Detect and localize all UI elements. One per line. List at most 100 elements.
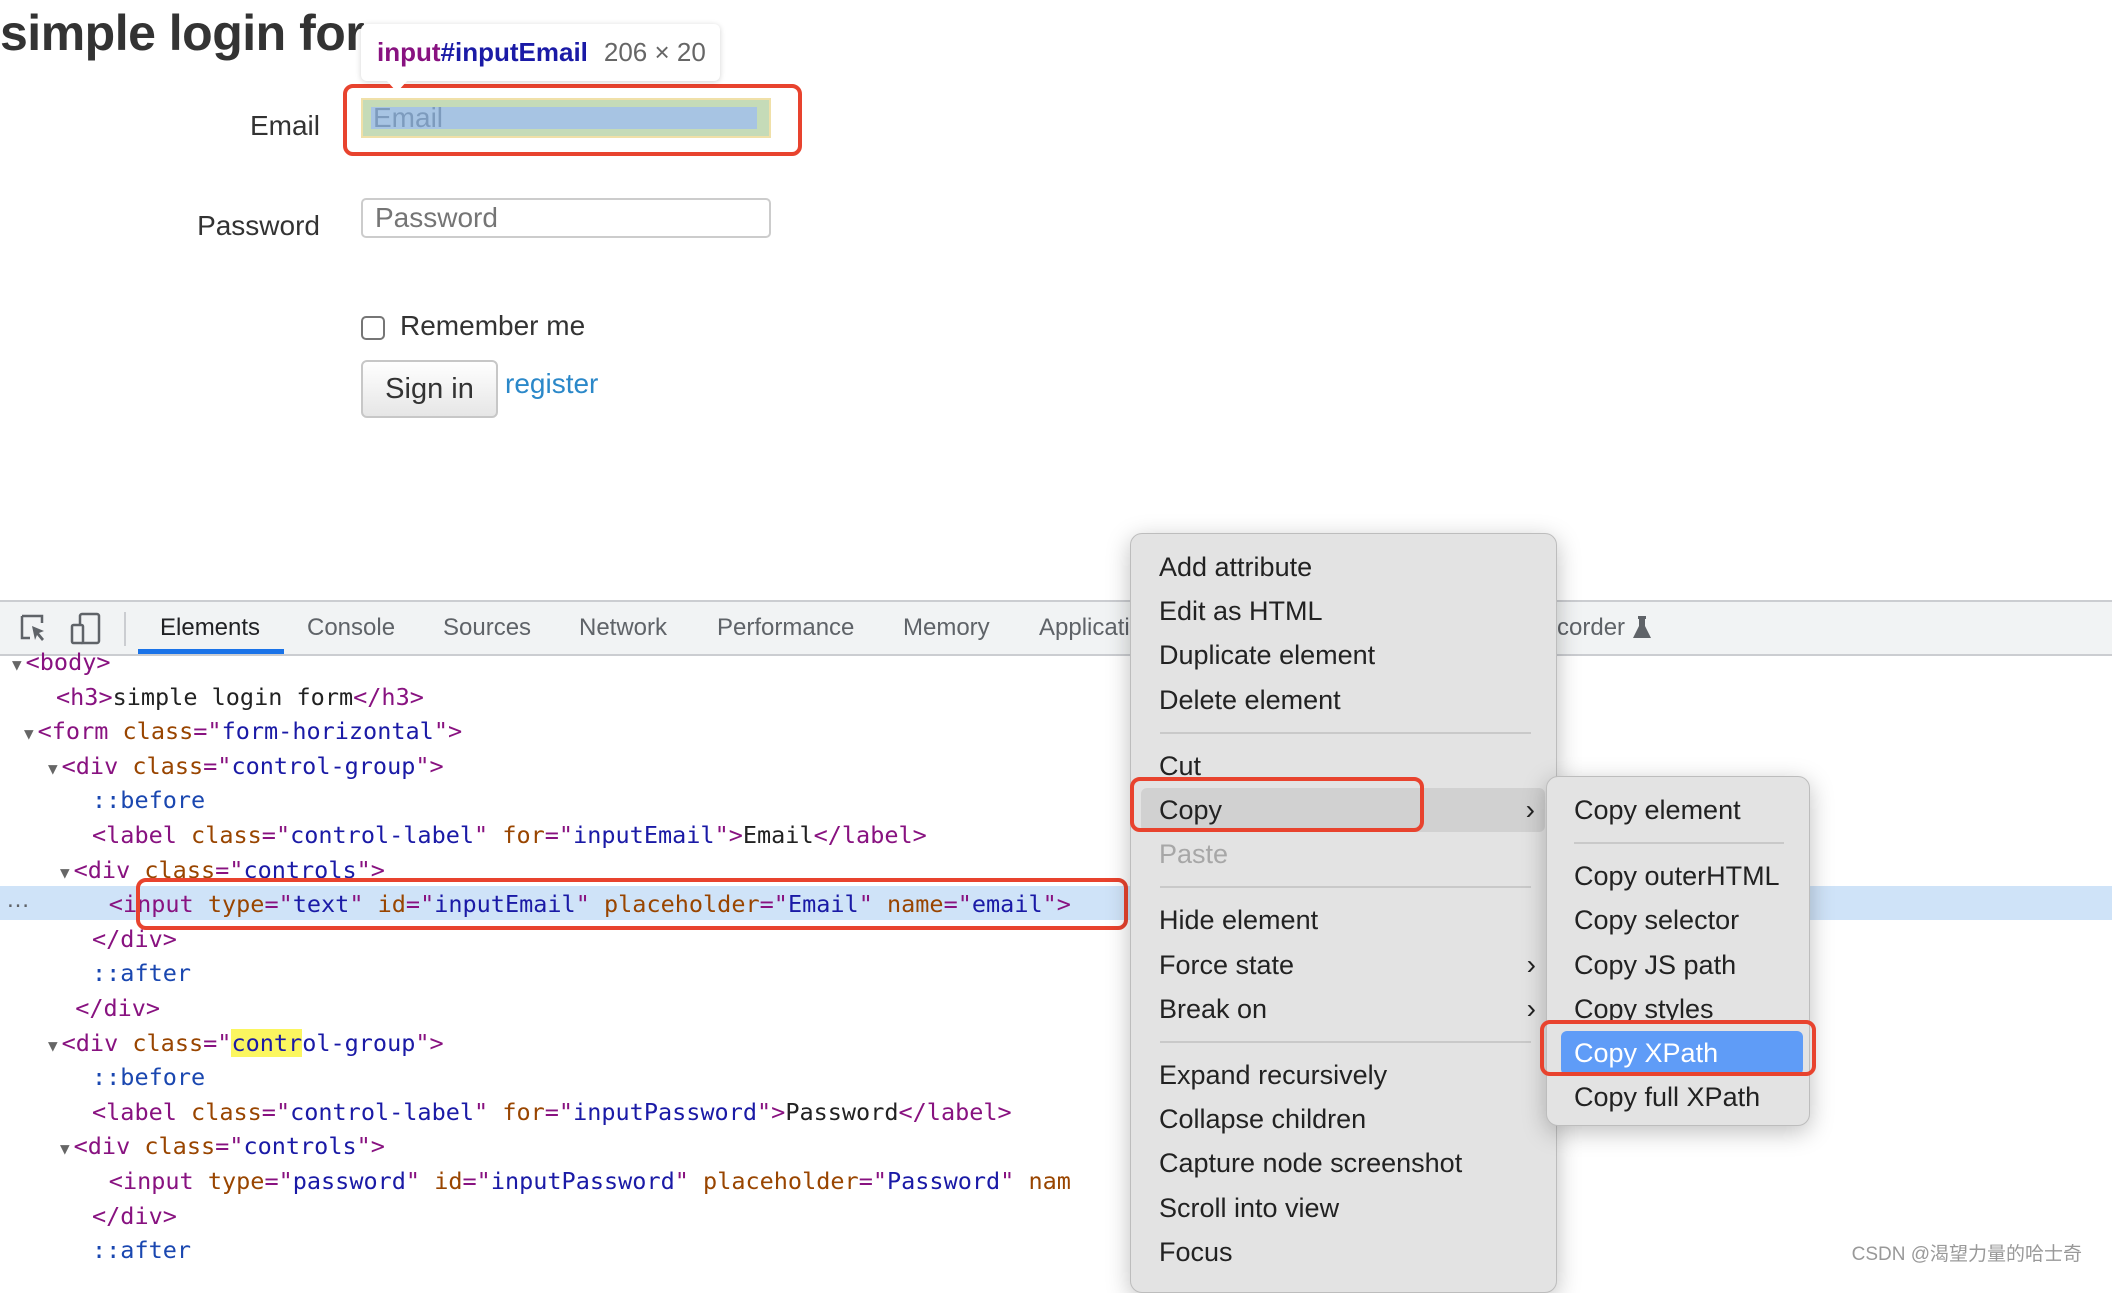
dom-node[interactable]: <label class="control-label" for="inputE… xyxy=(92,818,927,852)
dom-node[interactable]: ▼ <body> xyxy=(12,645,111,682)
menu-item-capture-node-screenshot[interactable]: Capture node screenshot xyxy=(1131,1141,1556,1185)
menu-item-label: Expand recursively xyxy=(1159,1060,1388,1090)
code-token: class xyxy=(191,1097,262,1126)
code-token: =" xyxy=(261,1097,291,1126)
menu-item-scroll-into-view[interactable]: Scroll into view xyxy=(1131,1186,1556,1230)
code-token: "> xyxy=(356,1132,385,1161)
sign-in-button[interactable]: Sign in xyxy=(361,360,498,418)
menu-item-edit-as-html[interactable]: Edit as HTML xyxy=(1131,589,1556,633)
chevron-right-icon: › xyxy=(1526,948,1536,980)
code-token: " xyxy=(474,821,503,849)
register-link[interactable]: register xyxy=(505,368,598,400)
remember-me-checkbox[interactable] xyxy=(361,316,385,340)
code-token: Email xyxy=(742,821,814,849)
menu-item-copy-js-path[interactable]: Copy JS path xyxy=(1547,943,1809,987)
remember-me-label[interactable]: Remember me xyxy=(400,310,585,342)
code-token: =" xyxy=(544,1097,574,1126)
dom-node[interactable]: <h3>simple login form</h3> xyxy=(56,680,424,714)
password-label: Password xyxy=(197,210,320,241)
devtools-tab-performance[interactable]: Performance xyxy=(717,602,854,654)
expand-triangle-icon[interactable]: ▼ xyxy=(48,1036,58,1055)
devtools-tab-memory[interactable]: Memory xyxy=(903,602,990,654)
menu-item-copy-outerhtml[interactable]: Copy outerHTML xyxy=(1547,854,1809,898)
menu-separator xyxy=(1160,1041,1531,1043)
code-token: control-label xyxy=(290,821,475,849)
code-token: type xyxy=(207,1167,265,1195)
devtools-tab-applicati[interactable]: Applicati xyxy=(1039,602,1130,654)
code-token: =" xyxy=(215,1132,244,1161)
dom-node[interactable]: <input type="password" id="inputPassword… xyxy=(109,1164,1071,1198)
dom-node[interactable]: ▼ <div class="control-group"> xyxy=(48,1026,444,1063)
email-label: Email xyxy=(249,110,320,141)
dom-node[interactable]: ▼ <div class="controls"> xyxy=(60,1129,385,1166)
dom-node[interactable]: </div> xyxy=(75,991,160,1025)
row-actions-ellipsis[interactable]: … xyxy=(6,886,30,914)
annotation-box-copy-xpath xyxy=(1540,1020,1816,1076)
code-token: <input xyxy=(108,1167,208,1195)
dom-node[interactable]: ::after xyxy=(92,1233,191,1267)
menu-item-label: Paste xyxy=(1159,839,1229,870)
page-heading: simple login for xyxy=(0,5,365,61)
expand-triangle-icon[interactable]: ▼ xyxy=(60,1139,70,1158)
tooltip-id: #inputEmail xyxy=(440,37,588,67)
menu-item-label: Copy JS path xyxy=(1574,949,1737,980)
menu-item-add-attribute[interactable]: Add attribute xyxy=(1131,545,1556,589)
code-token: "> xyxy=(415,751,444,780)
menu-item-break-on[interactable]: Break on › xyxy=(1131,987,1556,1031)
experiment-flask-icon xyxy=(1632,616,1652,645)
menu-item-label: Break on xyxy=(1159,993,1268,1024)
code-token: control-label xyxy=(290,1097,475,1126)
menu-item-duplicate-element[interactable]: Duplicate element xyxy=(1131,633,1556,677)
menu-item-collapse-children[interactable]: Collapse children xyxy=(1131,1097,1556,1141)
code-token: =" xyxy=(264,1167,293,1195)
dom-node[interactable]: ::before xyxy=(92,1060,205,1094)
code-token: <div xyxy=(61,751,133,780)
dom-node[interactable]: ::after xyxy=(92,956,191,990)
devtools-tab-sources[interactable]: Sources xyxy=(443,602,531,654)
tooltip-arrow xyxy=(386,80,408,92)
menu-item-delete-element[interactable]: Delete element xyxy=(1131,678,1556,722)
code-token: " xyxy=(405,1167,435,1195)
menu-separator xyxy=(1574,842,1784,845)
menu-separator xyxy=(1160,886,1531,889)
devtools-tab-corder[interactable]: corder xyxy=(1557,602,1625,654)
expand-triangle-icon[interactable]: ▼ xyxy=(12,655,22,674)
menu-item-hide-element[interactable]: Hide element xyxy=(1131,898,1556,942)
tooltip-tag: input xyxy=(377,37,441,67)
expand-triangle-icon[interactable]: ▼ xyxy=(48,759,58,778)
expand-triangle-icon[interactable]: ▼ xyxy=(60,863,70,882)
devtools-tab-network[interactable]: Network xyxy=(579,602,667,654)
dom-node[interactable]: <label class="control-label" for="inputP… xyxy=(92,1095,1012,1129)
menu-item-label: Duplicate element xyxy=(1159,640,1376,671)
devtools-tab-console[interactable]: Console xyxy=(307,602,395,654)
annotation-box-email-input xyxy=(343,84,802,156)
code-token: simple login form xyxy=(112,682,354,711)
menu-item-copy-element[interactable]: Copy element xyxy=(1547,788,1809,832)
menu-item-label: Capture node screenshot xyxy=(1159,1148,1463,1179)
menu-item-label: Copy selector xyxy=(1574,905,1740,936)
dom-node[interactable]: ::before xyxy=(92,783,205,817)
code-token: =" xyxy=(544,821,574,849)
dom-node[interactable]: ▼ <form class="form-horizontal"> xyxy=(24,714,462,751)
menu-item-copy-selector[interactable]: Copy selector xyxy=(1547,898,1809,942)
code-token: <h3> xyxy=(56,682,113,711)
code-token: class xyxy=(144,1132,216,1161)
menu-item-label: Hide element xyxy=(1159,905,1319,936)
menu-item-focus[interactable]: Focus xyxy=(1131,1230,1556,1274)
menu-item-label: Copy full XPath xyxy=(1574,1082,1761,1113)
menu-item-copy-full-xpath[interactable]: Copy full XPath xyxy=(1547,1075,1809,1119)
code-token: inputPassword xyxy=(490,1167,675,1195)
menu-item-expand-recursively[interactable]: Expand recursively xyxy=(1131,1053,1556,1097)
password-input[interactable] xyxy=(361,198,771,238)
dom-node[interactable]: ▼ <div class="control-group"> xyxy=(48,749,444,786)
code-token: <body> xyxy=(25,648,111,676)
menu-item-label: Edit as HTML xyxy=(1159,596,1323,627)
code-token: "> xyxy=(415,1028,444,1057)
devtools-tab-elements[interactable]: Elements xyxy=(160,602,260,654)
expand-triangle-icon[interactable]: ▼ xyxy=(24,724,34,743)
code-token: <label xyxy=(92,1097,192,1126)
inspect-element-icon[interactable] xyxy=(20,614,50,649)
dom-node[interactable]: </div> xyxy=(92,1199,177,1233)
code-token: form-horizontal xyxy=(221,717,434,746)
menu-item-force-state[interactable]: Force state › xyxy=(1131,943,1556,987)
